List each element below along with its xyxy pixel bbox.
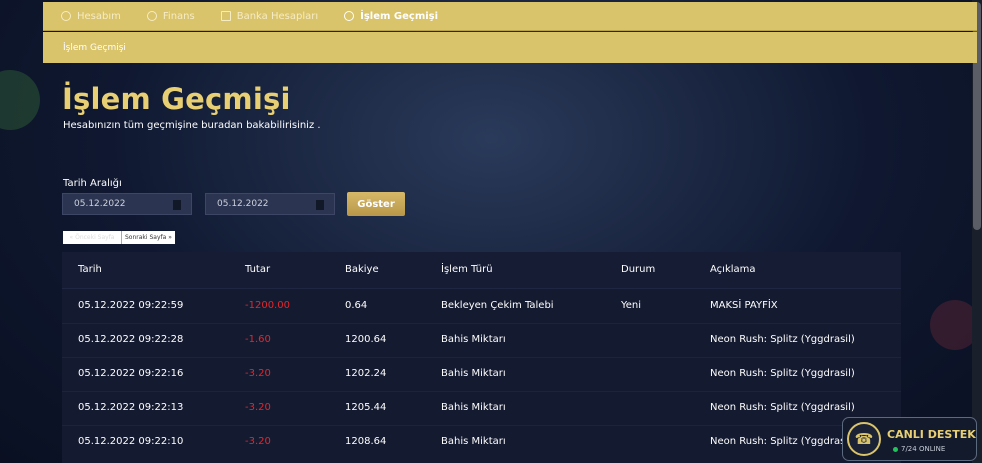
- breadcrumb: İşlem Geçmişi: [43, 32, 977, 63]
- start-date-input[interactable]: 05.12.2022: [62, 193, 192, 215]
- cell-description: Neon Rush: Splitz (Yggdrasil): [710, 334, 855, 345]
- account-tab-bar: Hesabım Finans Banka Hesapları İşlem Geç…: [43, 2, 977, 31]
- table-row: 05.12.2022 09:22:10 -3.20 1208.64 Bahis …: [62, 425, 901, 459]
- column-header-balance: Bakiye: [345, 264, 379, 275]
- cell-amount: -3.20: [245, 402, 271, 413]
- cell-type: Bekleyen Çekim Talebi: [441, 300, 554, 311]
- cell-amount: -3.20: [245, 368, 271, 379]
- table-row: 05.12.2022 09:22:16 -3.20 1202.24 Bahis …: [62, 357, 901, 392]
- online-status-icon: [893, 447, 898, 452]
- column-header-description: Açıklama: [710, 264, 756, 275]
- start-date-value: 05.12.2022: [74, 199, 126, 209]
- cell-type: Bahis Miktarı: [441, 368, 506, 379]
- page-title: İşlem Geçmişi: [62, 82, 291, 116]
- tab-hesabim[interactable]: Hesabım: [61, 11, 121, 22]
- table-row: 05.12.2022 09:22:28 -1.60 1200.64 Bahis …: [62, 323, 901, 358]
- support-label: CANLI DESTEK: [887, 428, 976, 441]
- end-date-value: 05.12.2022: [217, 199, 269, 209]
- tab-finans[interactable]: Finans: [146, 10, 195, 22]
- cell-balance: 1208.64: [345, 436, 387, 447]
- cell-description: Neon Rush: Splitz (Yggdrasil): [710, 402, 855, 413]
- tab-label: Banka Hesapları: [236, 10, 319, 22]
- cell-date: 05.12.2022 09:22:16: [78, 368, 184, 379]
- history-icon: [344, 11, 355, 21]
- pagination: « Önceki Sayfa Sonraki Sayfa »: [63, 231, 175, 244]
- support-status: 7/24 ONLINE: [901, 445, 946, 453]
- cell-balance: 1205.44: [345, 402, 387, 413]
- cell-type: Bahis Miktarı: [441, 436, 506, 447]
- live-support-widget[interactable]: ☎ CANLI DESTEK 7/24 ONLINE: [842, 417, 977, 461]
- tab-label: Hesabım: [77, 10, 121, 22]
- page-scrollbar[interactable]: [972, 0, 982, 463]
- date-range-label: Tarih Aralığı: [63, 178, 122, 189]
- tab-islem-gecmisi[interactable]: İşlem Geçmişi: [344, 11, 438, 22]
- table-row: 05.12.2022 09:22:13 -3.20 1205.44 Bahis …: [62, 391, 901, 426]
- column-header-amount: Tutar: [245, 264, 271, 275]
- end-date-input[interactable]: 05.12.2022: [205, 193, 335, 215]
- support-logo-icon: ☎: [847, 422, 881, 456]
- calendar-icon[interactable]: [173, 200, 181, 210]
- coin-icon: [146, 11, 157, 21]
- cell-balance: 1202.24: [345, 368, 387, 379]
- cell-date: 05.12.2022 09:22:28: [78, 334, 184, 345]
- cell-amount: -1200.00: [245, 300, 290, 311]
- table-header: Tarih Tutar Bakiye İşlem Türü Durum Açık…: [62, 252, 901, 289]
- cell-date: 05.12.2022 09:22:13: [78, 402, 184, 413]
- cell-type: Bahis Miktarı: [441, 402, 506, 413]
- breadcrumb-current: İşlem Geçmişi: [63, 42, 126, 53]
- cell-amount: -3.20: [245, 436, 271, 447]
- background-decoration: [0, 70, 40, 130]
- cell-balance: 0.64: [345, 300, 368, 311]
- cell-status: Yeni: [621, 300, 642, 311]
- next-page-button[interactable]: Sonraki Sayfa »: [121, 231, 175, 244]
- bank-icon: [220, 11, 231, 21]
- user-icon: [61, 11, 71, 21]
- cell-type: Bahis Miktarı: [441, 334, 506, 345]
- calendar-icon[interactable]: [316, 200, 324, 210]
- page-subtitle: Hesabınızın tüm geçmişine buradan bakabi…: [63, 120, 321, 131]
- tab-banka-hesaplari[interactable]: Banka Hesapları: [220, 10, 319, 22]
- tab-label: İşlem Geçmişi: [360, 10, 439, 22]
- column-header-status: Durum: [621, 264, 656, 275]
- tab-label: Finans: [162, 10, 195, 22]
- cell-date: 05.12.2022 09:22:10: [78, 436, 184, 447]
- cell-description: Neon Rush: Splitz (Yggdrasil): [710, 436, 855, 447]
- cell-description: Neon Rush: Splitz (Yggdrasil): [710, 368, 855, 379]
- transaction-table: Tarih Tutar Bakiye İşlem Türü Durum Açık…: [62, 252, 901, 463]
- column-header-type: İşlem Türü: [441, 264, 493, 275]
- prev-page-button[interactable]: « Önceki Sayfa: [63, 231, 121, 244]
- table-row: 05.12.2022 09:22:59 -1200.00 0.64 Bekley…: [62, 289, 901, 324]
- cell-amount: -1.60: [245, 334, 271, 345]
- cell-date: 05.12.2022 09:22:59: [78, 300, 184, 311]
- column-header-date: Tarih: [78, 264, 102, 275]
- cell-description: MAKSİ PAYFİX: [710, 300, 778, 311]
- show-button[interactable]: Göster: [347, 192, 405, 216]
- cell-balance: 1200.64: [345, 334, 387, 345]
